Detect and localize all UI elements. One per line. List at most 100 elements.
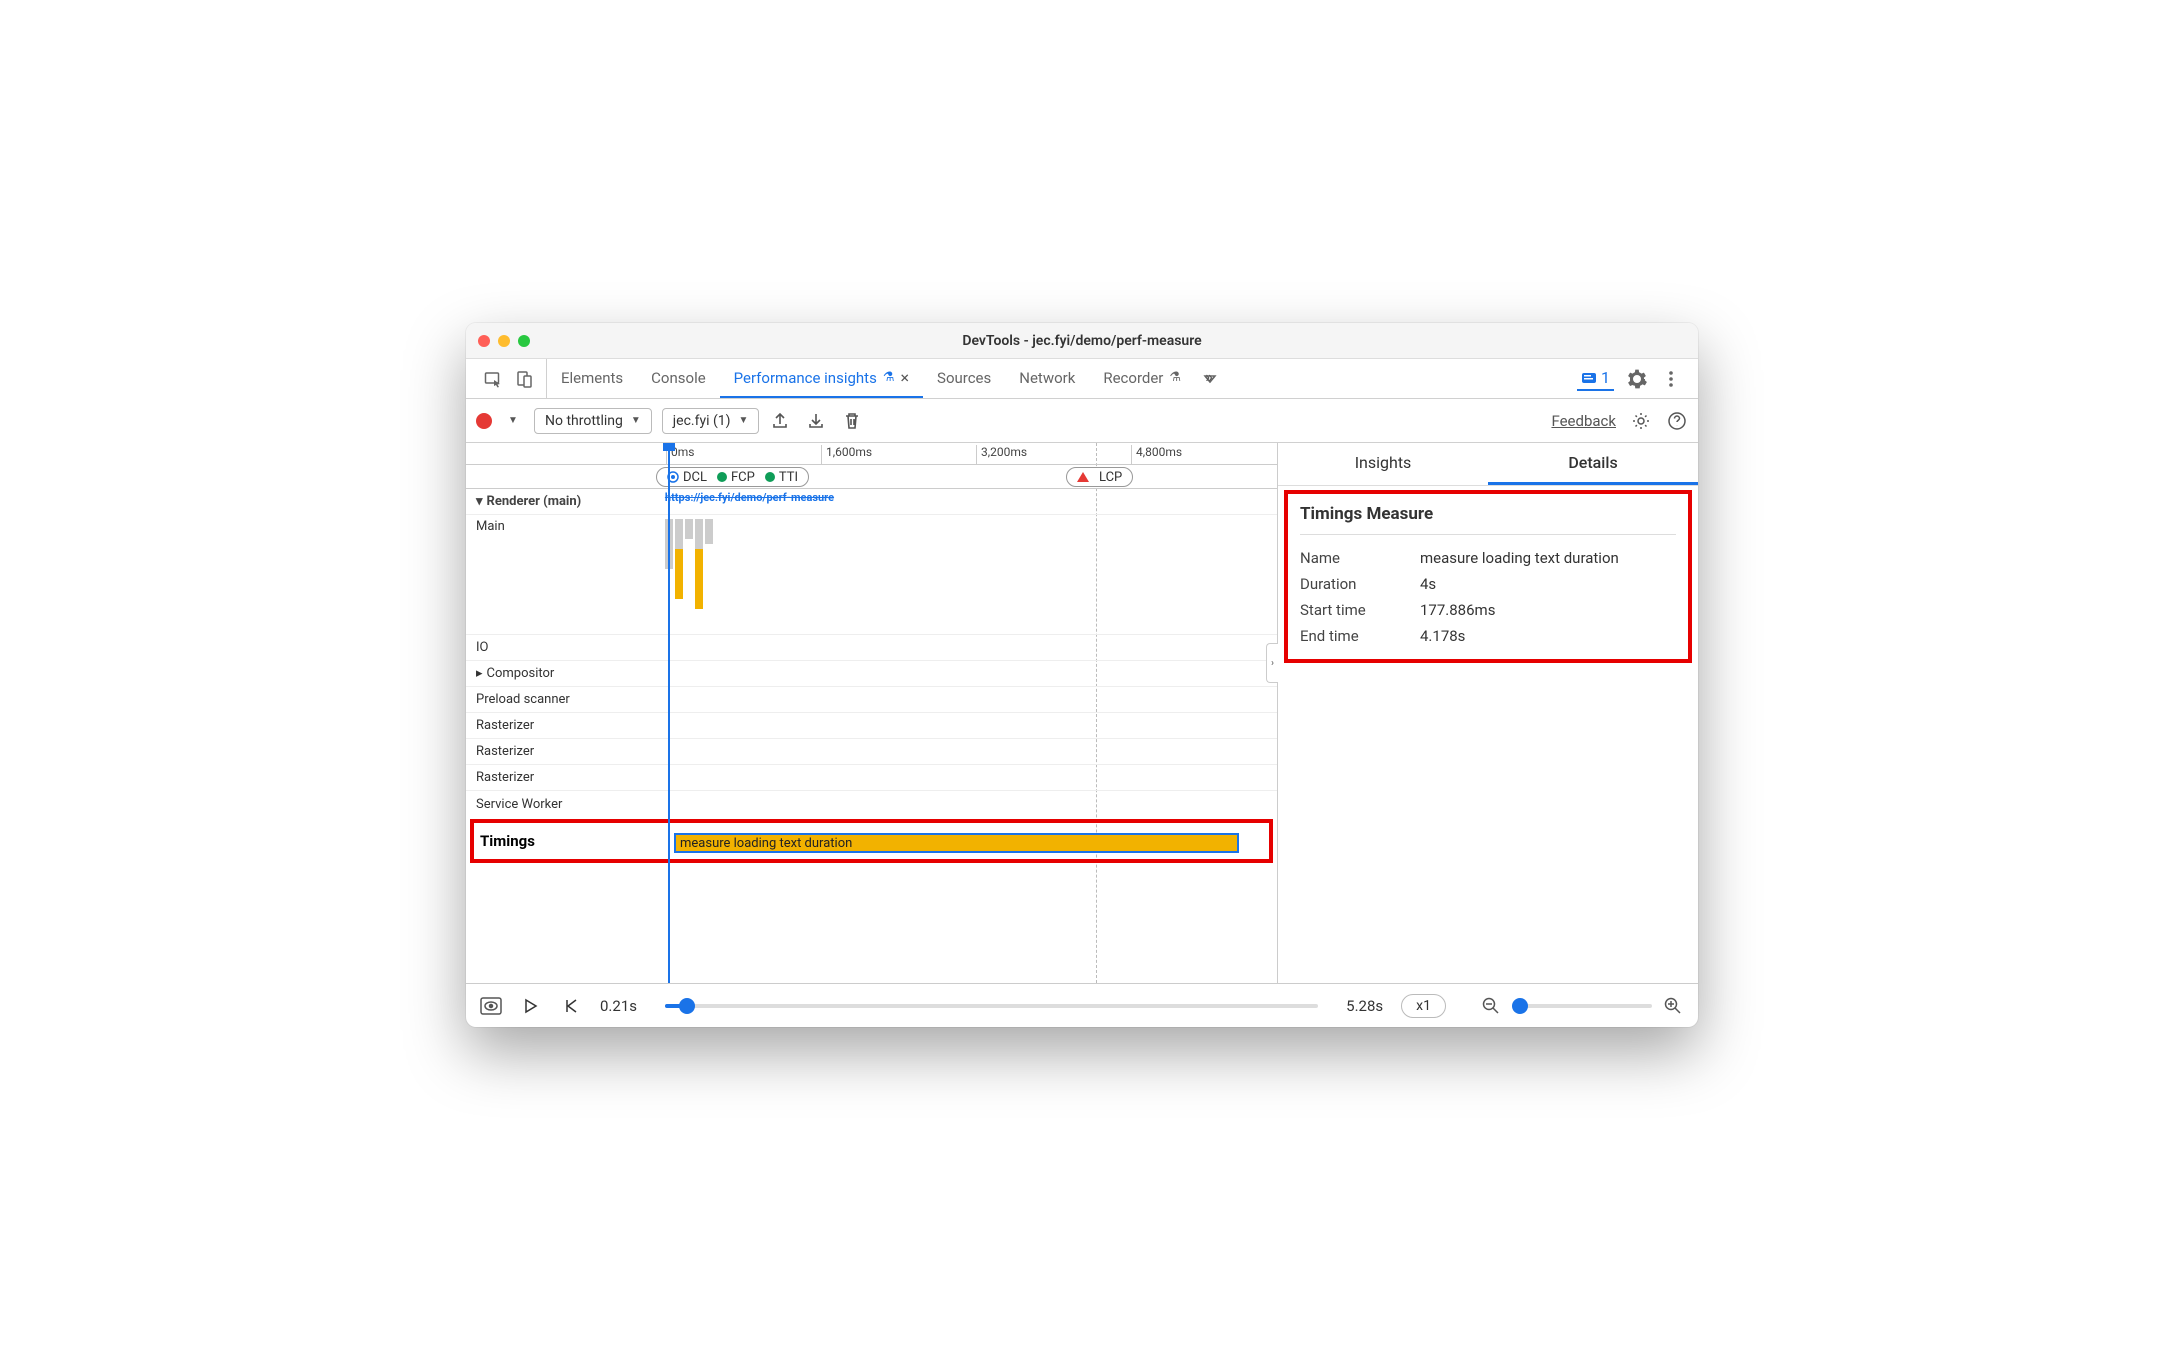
tab-console-label: Console [651, 369, 706, 387]
track-compositor[interactable]: ▸ Compositor [466, 661, 1277, 687]
details-section-title: Timings Measure [1300, 504, 1676, 535]
detail-duration-value: 4s [1420, 575, 1436, 593]
zoom-out-icon[interactable] [1480, 995, 1502, 1017]
detail-duration-key: Duration [1300, 575, 1420, 593]
detail-start-key: Start time [1300, 601, 1420, 619]
chevron-down-icon: ▼ [631, 415, 641, 426]
panel-tabs: Elements Console Performance insights ⚗ … [466, 359, 1698, 399]
timings-track-label: Timings [480, 832, 650, 850]
zoom-controls [1480, 995, 1684, 1017]
import-icon[interactable] [805, 410, 827, 432]
track-preload-scanner-label: Preload scanner [476, 692, 646, 707]
skip-to-start-icon[interactable] [560, 995, 582, 1017]
track-io-label: IO [476, 640, 646, 655]
web-vitals-markers: DCL FCP TTI LCP [466, 465, 1277, 489]
minimize-window-button[interactable] [498, 335, 510, 347]
detail-name-key: Name [1300, 549, 1420, 567]
main-thread-activity [665, 519, 713, 609]
tab-sources[interactable]: Sources [923, 359, 1005, 398]
timeline-pane[interactable]: 0ms 1,600ms 3,200ms 4,800ms DCL FCP TTI … [466, 443, 1278, 983]
timings-track-highlight: Timings measure loading text duration [470, 819, 1273, 863]
dcl-label: DCL [683, 470, 707, 485]
track-rasterizer-2[interactable]: Rasterizer [466, 739, 1277, 765]
throttling-label: No throttling [545, 413, 623, 429]
playback-speed-pill[interactable]: x1 [1401, 994, 1446, 1018]
detail-start-value: 177.886ms [1420, 601, 1495, 619]
playback-speed-label: x1 [1416, 998, 1431, 1014]
track-rasterizer-3[interactable]: Rasterizer [466, 765, 1277, 791]
maximize-window-button[interactable] [518, 335, 530, 347]
playback-controls [520, 995, 582, 1017]
track-io[interactable]: IO [466, 635, 1277, 661]
side-tab-details[interactable]: Details [1488, 443, 1698, 485]
record-dropdown-icon[interactable]: ▼ [502, 410, 524, 432]
issues-count: 1 [1601, 368, 1610, 387]
issues-badge[interactable]: 1 [1577, 366, 1614, 391]
time-ruler[interactable]: 0ms 1,600ms 3,200ms 4,800ms [466, 443, 1277, 465]
playback-end-time: 5.28s [1346, 997, 1383, 1015]
delete-icon[interactable] [841, 410, 863, 432]
more-tabs-icon[interactable]: » [1203, 368, 1225, 390]
recording-select-dropdown[interactable]: jec.fyi (1) ▼ [662, 408, 760, 434]
zoom-in-icon[interactable] [1662, 995, 1684, 1017]
panel-settings-icon[interactable] [1630, 410, 1652, 432]
tab-elements-label: Elements [561, 369, 623, 387]
detail-name: Name measure loading text duration [1300, 545, 1676, 571]
zoom-thumb[interactable] [1512, 998, 1528, 1014]
recording-name-label: jec.fyi (1) [673, 413, 731, 429]
content-area: 0ms 1,600ms 3,200ms 4,800ms DCL FCP TTI … [466, 443, 1698, 983]
inspect-element-icon[interactable] [482, 368, 504, 390]
detail-end-time: End time 4.178s [1300, 623, 1676, 649]
track-service-worker[interactable]: Service Worker [466, 791, 1277, 817]
flask-icon: ⚗ [1169, 370, 1181, 385]
collapse-sidebar-handle[interactable]: › [1266, 643, 1278, 683]
track-renderer[interactable]: ▾Renderer (main) https://jec.fyi/demo/pe… [466, 489, 1277, 515]
tick-4800: 4,800ms [1131, 445, 1182, 465]
help-icon[interactable] [1666, 410, 1688, 432]
devtools-window: DevTools - jec.fyi/demo/perf-measure Ele… [466, 323, 1698, 1027]
track-main[interactable]: Main [466, 515, 1277, 635]
track-main-label: Main [476, 519, 646, 534]
scrubber-thumb[interactable] [679, 998, 695, 1014]
side-tab-insights[interactable]: Insights [1278, 443, 1488, 485]
tick-3200: 3,200ms [976, 445, 1027, 465]
record-button[interactable] [476, 413, 492, 429]
detail-name-value: measure loading text duration [1420, 549, 1619, 567]
close-window-button[interactable] [478, 335, 490, 347]
tab-console[interactable]: Console [637, 359, 720, 398]
preview-toggle-icon[interactable] [480, 995, 502, 1017]
track-rasterizer-1[interactable]: Rasterizer [466, 713, 1277, 739]
detail-end-value: 4.178s [1420, 627, 1465, 645]
track-compositor-label: Compositor [487, 666, 555, 681]
tab-performance-insights[interactable]: Performance insights ⚗ × [720, 359, 923, 398]
perf-toolbar: ▼ No throttling ▼ jec.fyi (1) ▼ Feedback [466, 399, 1698, 443]
file-actions [769, 410, 863, 432]
side-tab-insights-label: Insights [1355, 453, 1412, 472]
device-toggle-icon[interactable] [514, 368, 536, 390]
settings-icon[interactable] [1626, 368, 1648, 390]
flask-icon: ⚗ [883, 370, 895, 385]
close-tab-icon[interactable]: × [900, 368, 909, 387]
chevron-right-icon: ▸ [476, 666, 483, 681]
tab-sources-label: Sources [937, 369, 991, 387]
window-title: DevTools - jec.fyi/demo/perf-measure [466, 333, 1698, 349]
throttling-dropdown[interactable]: No throttling ▼ [534, 408, 652, 434]
traffic-lights [478, 335, 530, 347]
tab-recorder[interactable]: Recorder ⚗ [1089, 359, 1195, 398]
feedback-link[interactable]: Feedback [1551, 412, 1616, 430]
marker-lcp[interactable]: LCP [1066, 467, 1133, 487]
track-preload-scanner[interactable]: Preload scanner [466, 687, 1277, 713]
side-pane: › Insights Details Timings Measure Name … [1278, 443, 1698, 983]
playhead[interactable] [668, 443, 670, 983]
play-icon[interactable] [520, 995, 542, 1017]
detail-start-time: Start time 177.886ms [1300, 597, 1676, 623]
marker-group-initial[interactable]: DCL FCP TTI [656, 467, 809, 487]
tab-network[interactable]: Network [1005, 359, 1089, 398]
export-icon[interactable] [769, 410, 791, 432]
kebab-menu-icon[interactable] [1660, 368, 1682, 390]
user-timing-measure-bar[interactable]: measure loading text duration [674, 833, 1239, 853]
tick-1600: 1,600ms [821, 445, 872, 465]
tab-elements[interactable]: Elements [547, 359, 637, 398]
playback-scrubber[interactable] [665, 1004, 1318, 1008]
zoom-slider[interactable] [1512, 1004, 1652, 1008]
